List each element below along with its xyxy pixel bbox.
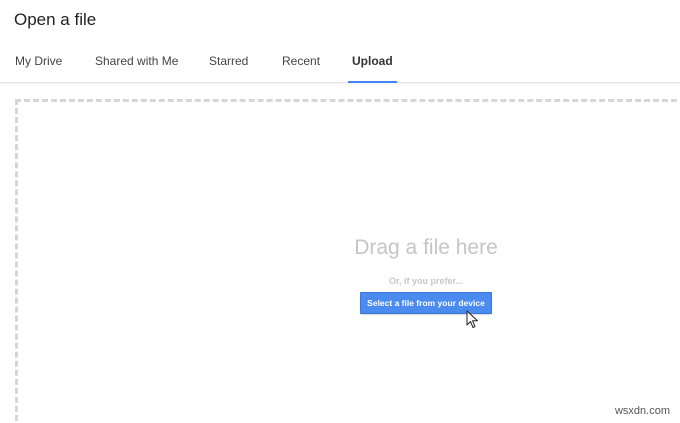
upload-drop-zone[interactable] — [15, 99, 680, 423]
tab-bar: My Drive Shared with Me Starred Recent U… — [0, 44, 680, 83]
tab-label: Starred — [209, 54, 249, 68]
tab-starred[interactable]: Starred — [209, 44, 248, 82]
drag-file-heading: Drag a file here — [354, 236, 498, 259]
tab-upload[interactable]: Upload — [348, 44, 397, 83]
tab-my-drive[interactable]: My Drive — [15, 44, 62, 82]
tab-label: My Drive — [15, 54, 63, 68]
tab-recent[interactable]: Recent — [282, 44, 320, 82]
mouse-pointer-icon — [466, 310, 478, 328]
active-tab-indicator — [348, 81, 397, 83]
tab-label: Shared with Me — [95, 54, 179, 68]
tab-label: Recent — [282, 54, 321, 68]
alternative-prompt: Or, if you prefer... — [388, 276, 464, 286]
watermark: wsxdn.com — [614, 405, 670, 417]
tab-label: Upload — [352, 54, 393, 68]
open-file-dialog: Open a file My Drive Shared with Me Star… — [0, 0, 680, 423]
dialog-title: Open a file — [14, 10, 97, 29]
tab-shared-with-me[interactable]: Shared with Me — [95, 44, 178, 82]
